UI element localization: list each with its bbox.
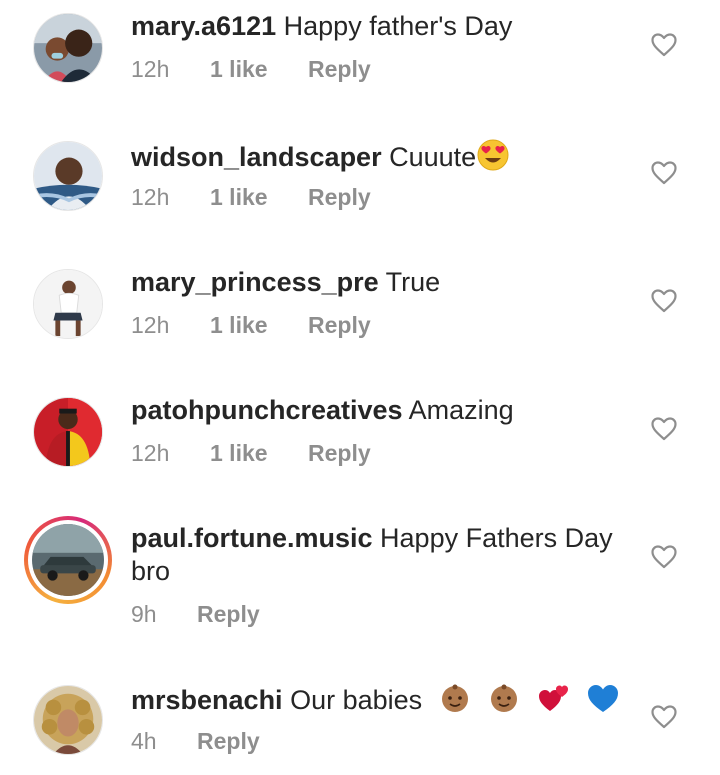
avatar	[32, 524, 104, 596]
comment-text: mrsbenachi Our babies	[131, 681, 631, 717]
comment-meta: 12h 1 like Reply	[131, 312, 371, 339]
comment-time: 12h	[131, 184, 170, 210]
man-portrait-avatar	[34, 142, 102, 210]
comment-body: Happy father's Day	[283, 11, 513, 41]
avatar[interactable]	[33, 269, 103, 339]
comment-username[interactable]: patohpunchcreatives	[131, 395, 403, 425]
comment-time: 12h	[131, 440, 170, 466]
avatar[interactable]	[33, 397, 103, 467]
like-heart-icon[interactable]	[651, 705, 677, 729]
comment-likes[interactable]: 1 like	[210, 56, 308, 83]
comment-username[interactable]: widson_landscaper	[131, 142, 382, 172]
story-ring-avatar[interactable]	[24, 516, 112, 604]
like-heart-icon[interactable]	[651, 33, 677, 57]
comment-meta: 4h Reply	[131, 728, 260, 755]
comment-time: 12h	[131, 312, 170, 338]
avatar[interactable]	[33, 13, 103, 83]
comment-text: mary_princess_pre True	[131, 266, 631, 299]
comment-meta: 12h 1 like Reply	[131, 56, 371, 83]
comment-body: Our babies	[290, 685, 423, 715]
curly-hair-woman-avatar	[34, 686, 102, 754]
comment-time: 12h	[131, 56, 170, 82]
avatar[interactable]	[33, 141, 103, 211]
blue-heart-emoji	[586, 681, 620, 715]
heart-eyes-emoji	[476, 138, 510, 172]
comment-username[interactable]: mary.a6121	[131, 11, 276, 41]
comment-body: Happy Fathers Day	[380, 523, 613, 553]
comment-likes[interactable]: 1 like	[210, 312, 308, 339]
comment-likes[interactable]: 1 like	[210, 184, 308, 211]
comment-text: widson_landscaper Cuuute	[131, 138, 631, 174]
avatar[interactable]	[33, 685, 103, 755]
comment-meta: 12h 1 like Reply	[131, 440, 371, 467]
comment-meta: 9h Reply	[131, 601, 260, 628]
like-heart-icon[interactable]	[651, 545, 677, 569]
reply-button[interactable]: Reply	[197, 601, 260, 628]
comment-likes[interactable]: 1 like	[210, 440, 308, 467]
comment-body-continued: bro	[131, 556, 171, 586]
baby-emoji	[487, 681, 521, 715]
woman-seated-avatar	[34, 270, 102, 338]
like-heart-icon[interactable]	[651, 161, 677, 185]
story-ring	[28, 520, 108, 600]
comment-username[interactable]: mrsbenachi	[131, 685, 283, 715]
comment-text: patohpunchcreatives Amazing	[131, 394, 631, 427]
reply-button[interactable]: Reply	[197, 728, 260, 755]
reply-button[interactable]: Reply	[308, 312, 371, 339]
reply-button[interactable]: Reply	[308, 440, 371, 467]
car-story-avatar	[32, 524, 104, 596]
like-heart-icon[interactable]	[651, 289, 677, 313]
comment-username[interactable]: paul.fortune.music	[131, 523, 373, 553]
comment-text: mary.a6121 Happy father's Day	[131, 10, 631, 43]
comment-text: paul.fortune.music Happy Fathers Day bro	[131, 522, 631, 588]
two-hearts-emoji	[537, 681, 571, 715]
comment-time: 4h	[131, 728, 157, 754]
red-yellow-jacket-avatar	[34, 398, 102, 466]
comment-username[interactable]: mary_princess_pre	[131, 267, 379, 297]
baby-emoji	[438, 681, 472, 715]
couple-selfie-avatar	[34, 14, 102, 82]
comment-body: Cuuute	[389, 142, 477, 172]
comment-body: Amazing	[408, 395, 514, 425]
reply-button[interactable]: Reply	[308, 184, 371, 211]
comment-meta: 12h 1 like Reply	[131, 184, 371, 211]
comment-body: True	[385, 267, 441, 297]
comment-time: 9h	[131, 601, 157, 627]
like-heart-icon[interactable]	[651, 417, 677, 441]
reply-button[interactable]: Reply	[308, 56, 371, 83]
